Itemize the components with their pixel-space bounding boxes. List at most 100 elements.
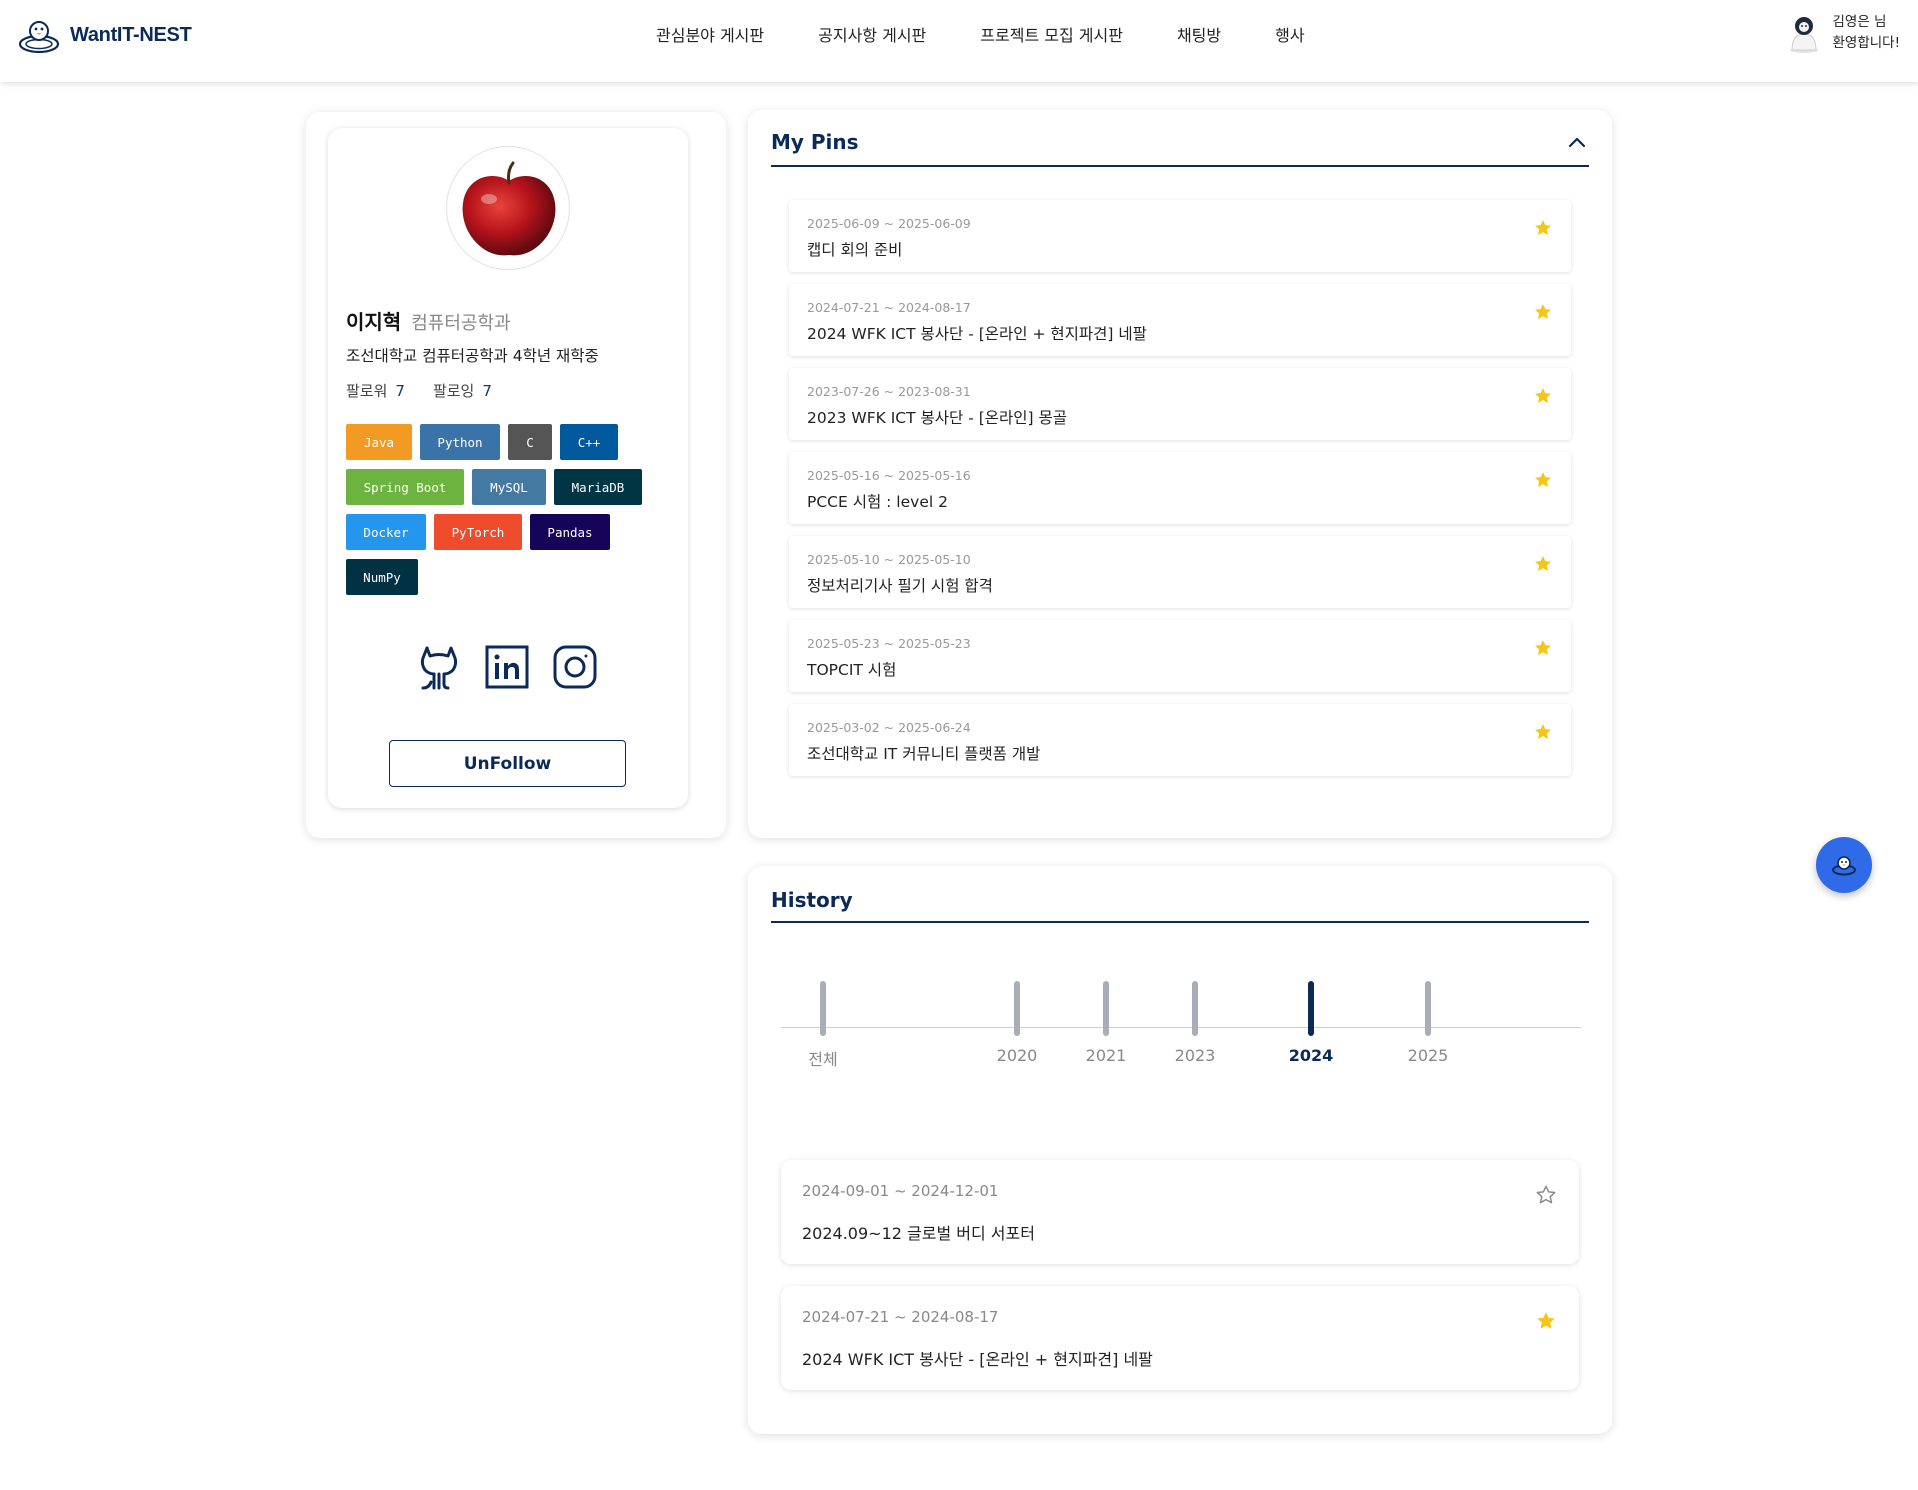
- logo[interactable]: WantIT-NEST: [18, 14, 192, 56]
- history-date: 2024-07-21 ~ 2024-08-17: [802, 1308, 999, 1326]
- apple-image-icon: [462, 161, 556, 256]
- history-title: 2024.09~12 글로벌 버디 서포터: [802, 1224, 1035, 1243]
- history-title: 2024 WFK ICT 봉사단 - [온라인 + 현지파견] 네팔: [802, 1350, 1153, 1369]
- pin-item[interactable]: 2025-06-09 ~ 2025-06-09 캡디 회의 준비: [789, 200, 1571, 272]
- timeline-year-label[interactable]: 2021: [1066, 1046, 1146, 1065]
- pins-section-title: My Pins: [771, 130, 859, 154]
- timeline-tick[interactable]: [820, 981, 826, 1036]
- following-label: 팔로잉: [432, 382, 475, 400]
- nav-project-board[interactable]: 프로젝트 모집 게시판: [980, 22, 1123, 46]
- star-filled-icon[interactable]: [1535, 1310, 1557, 1332]
- skill-tag: MySQL: [472, 469, 546, 505]
- nav-events[interactable]: 행사: [1275, 22, 1304, 46]
- pin-item[interactable]: 2025-05-23 ~ 2025-05-23 TOPCIT 시험: [789, 620, 1571, 692]
- linkedin-link[interactable]: [484, 644, 530, 690]
- skill-tag: C++: [560, 424, 618, 460]
- history-divider: [771, 921, 1589, 923]
- chatbot-fab-button[interactable]: [1816, 837, 1872, 893]
- skill-tag: Spring Boot: [346, 469, 464, 505]
- skill-tag: Docker: [346, 514, 426, 550]
- history-section-title: History: [771, 888, 853, 912]
- pin-title: 2023 WFK ICT 봉사단 - [온라인] 몽골: [807, 409, 1068, 427]
- timeline-line: [781, 1027, 1581, 1028]
- profile-card: 이지혁 컴퓨터공학과 조선대학교 컴퓨터공학과 4학년 재학중 팔로워 7 팔로잉…: [328, 128, 688, 808]
- user-greeting: 김영은 님 환영합니다!: [1832, 12, 1900, 54]
- skill-tag: NumPy: [346, 559, 418, 595]
- pin-item[interactable]: 2025-05-10 ~ 2025-05-10 정보처리기사 필기 시험 합격: [789, 536, 1571, 608]
- pin-title: PCCE 시험 : level 2: [807, 493, 948, 511]
- timeline-tick[interactable]: [1192, 981, 1198, 1036]
- chevron-up-icon[interactable]: [1566, 132, 1588, 154]
- pin-item[interactable]: 2025-05-16 ~ 2025-05-16 PCCE 시험 : level 2: [789, 452, 1571, 524]
- history-item[interactable]: 2024-09-01 ~ 2024-12-01 2024.09~12 글로벌 버디…: [781, 1160, 1579, 1264]
- pin-item[interactable]: 2025-03-02 ~ 2025-06-24 조선대학교 IT 커뮤니티 플랫폼…: [789, 704, 1571, 776]
- github-icon: [420, 646, 458, 690]
- timeline-year-label[interactable]: 2024: [1271, 1046, 1351, 1065]
- pin-title: TOPCIT 시험: [807, 661, 897, 679]
- pin-title: 2024 WFK ICT 봉사단 - [온라인 + 현지파견] 네팔: [807, 325, 1147, 343]
- star-filled-icon[interactable]: [1533, 386, 1553, 406]
- logo-text: WantIT-NEST: [70, 23, 192, 46]
- nav-chat-room[interactable]: 채팅방: [1177, 22, 1221, 46]
- pin-item[interactable]: 2024-07-21 ~ 2024-08-17 2024 WFK ICT 봉사단 …: [789, 284, 1571, 356]
- follower-count: 7: [395, 382, 405, 400]
- timeline-tick[interactable]: [1425, 981, 1431, 1036]
- pin-date: 2025-03-02 ~ 2025-06-24: [807, 720, 971, 735]
- instagram-icon: [553, 645, 597, 689]
- star-filled-icon[interactable]: [1533, 554, 1553, 574]
- pin-title: 정보처리기사 필기 시험 합격: [807, 577, 993, 595]
- star-filled-icon[interactable]: [1533, 470, 1553, 490]
- pins-divider: [771, 165, 1589, 167]
- linkedin-icon: [485, 645, 529, 689]
- pin-date: 2025-05-10 ~ 2025-05-10: [807, 552, 971, 567]
- welcome-text: 환영합니다!: [1832, 35, 1900, 51]
- star-outline-icon[interactable]: [1535, 1184, 1557, 1206]
- profile-name: 이지혁: [346, 310, 402, 334]
- star-filled-icon[interactable]: [1533, 218, 1553, 238]
- skill-tag: Java: [346, 424, 412, 460]
- following-stat[interactable]: 팔로잉 7: [433, 380, 492, 401]
- timeline-tick[interactable]: [1103, 981, 1109, 1036]
- social-links: [416, 644, 598, 690]
- follow-stats: 팔로워 7 팔로잉 7: [346, 380, 492, 401]
- timeline-year-label[interactable]: 2023: [1155, 1046, 1235, 1065]
- pin-date: 2023-07-26 ~ 2023-08-31: [807, 384, 971, 399]
- history-item[interactable]: 2024-07-21 ~ 2024-08-17 2024 WFK ICT 봉사단 …: [781, 1286, 1579, 1390]
- pin-date: 2025-05-23 ~ 2025-05-23: [807, 636, 971, 651]
- profile-department: 컴퓨터공학과: [411, 313, 511, 334]
- pin-item[interactable]: 2023-07-26 ~ 2023-08-31 2023 WFK ICT 봉사단 …: [789, 368, 1571, 440]
- skill-tag: MariaDB: [554, 469, 642, 505]
- timeline-year-label[interactable]: 2020: [977, 1046, 1057, 1065]
- timeline-tick[interactable]: [1014, 981, 1020, 1036]
- skill-tag: Python: [420, 424, 500, 460]
- pin-title: 캡디 회의 준비: [807, 241, 903, 259]
- timeline-tick[interactable]: [1308, 981, 1314, 1036]
- user-menu[interactable]: 김영은 님 환영합니다!: [1784, 12, 1900, 54]
- star-filled-icon[interactable]: [1533, 722, 1553, 742]
- skill-tag: C: [508, 424, 552, 460]
- pin-date: 2025-05-16 ~ 2025-05-16: [807, 468, 971, 483]
- nav-interest-board[interactable]: 관심분야 게시판: [656, 22, 764, 46]
- nav-notice-board[interactable]: 공지사항 게시판: [818, 22, 926, 46]
- star-filled-icon[interactable]: [1533, 638, 1553, 658]
- follower-label: 팔로워: [346, 382, 388, 400]
- profile-description: 조선대학교 컴퓨터공학과 4학년 재학중: [346, 347, 599, 365]
- timeline-year-label[interactable]: 2025: [1388, 1046, 1468, 1065]
- user-name: 김영은 님: [1832, 14, 1887, 30]
- pin-date: 2024-07-21 ~ 2024-08-17: [807, 300, 971, 315]
- follower-stat[interactable]: 팔로워 7: [346, 380, 405, 401]
- user-avatar-icon: [1790, 17, 1819, 53]
- timeline-year-label[interactable]: 전체: [783, 1046, 863, 1070]
- following-count: 7: [482, 382, 492, 400]
- history-date: 2024-09-01 ~ 2024-12-01: [802, 1182, 999, 1200]
- star-filled-icon[interactable]: [1533, 302, 1553, 322]
- top-header: WantIT-NEST 관심분야 게시판 공지사항 게시판 프로젝트 모집 게시…: [0, 0, 1918, 82]
- github-link[interactable]: [416, 644, 462, 690]
- my-pins-panel: My Pins 2025-06-09 ~ 2025-06-09 캡디 회의 준비 2…: [748, 110, 1612, 838]
- unfollow-button[interactable]: UnFollow: [389, 740, 626, 787]
- instagram-link[interactable]: [552, 644, 598, 690]
- year-timeline: 전체 2020 2021 2023 2024 2025: [781, 981, 1581, 1081]
- profile-image: [446, 146, 570, 270]
- skill-tag: Pandas: [530, 514, 610, 550]
- pin-title: 조선대학교 IT 커뮤니티 플랫폼 개발: [807, 745, 1041, 763]
